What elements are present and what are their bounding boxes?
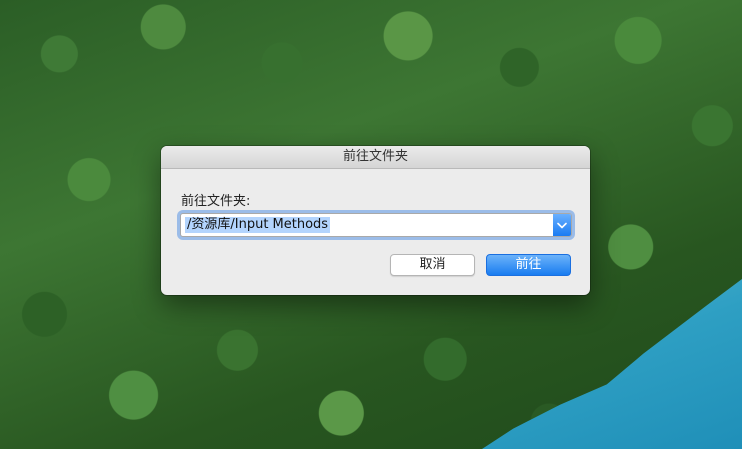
cancel-button[interactable]: 取消 (390, 254, 475, 276)
wallpaper-water (482, 279, 742, 449)
folder-path-value[interactable]: /资源库/Input Methods (185, 217, 331, 233)
folder-label: 前往文件夹: (181, 194, 251, 209)
dialog-title: 前往文件夹 (161, 146, 590, 169)
go-button[interactable]: 前往 (486, 254, 571, 276)
chevron-down-icon (557, 222, 567, 228)
go-to-folder-dialog: 前往文件夹 前往文件夹: /资源库/Input Methods 取消 前往 (161, 146, 590, 295)
folder-path-input[interactable]: /资源库/Input Methods (180, 213, 572, 237)
path-dropdown-button[interactable] (553, 214, 571, 236)
